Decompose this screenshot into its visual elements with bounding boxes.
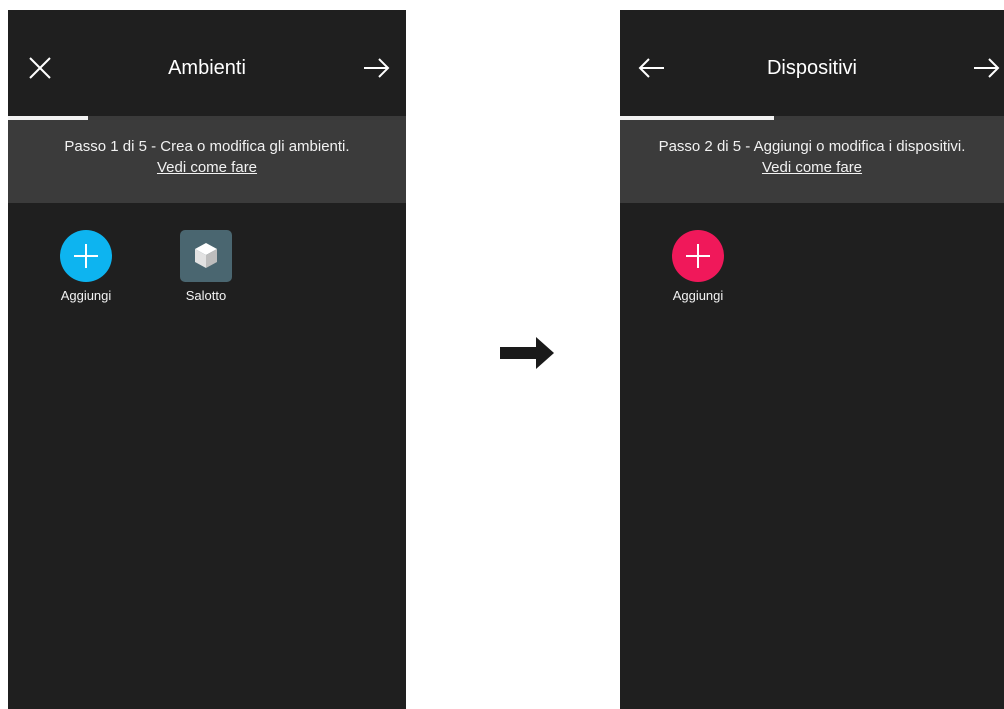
app-bar: Dispositivi (620, 10, 1004, 116)
step-banner: Passo 2 di 5 - Aggiungi o modifica i dis… (620, 120, 1004, 203)
help-link[interactable]: Vedi come fare (620, 157, 1004, 178)
add-circle-icon (672, 230, 724, 282)
tile-label: Aggiungi (672, 288, 724, 303)
right-arrow-icon (500, 336, 554, 375)
app-bar: Ambienti (8, 10, 406, 116)
screen-ambienti: Ambienti Passo 1 di 5 - Crea o modifica … (8, 10, 406, 709)
add-room-button[interactable]: Aggiungi (46, 230, 126, 304)
page-title: Ambienti (168, 57, 246, 79)
arrow-right-icon[interactable] (970, 52, 1002, 84)
screen-dispositivi: Dispositivi Passo 2 di 5 - Aggiungi o mo… (620, 10, 1004, 709)
add-circle-icon (60, 230, 112, 282)
add-device-button[interactable]: Aggiungi (658, 230, 738, 304)
step-banner: Passo 1 di 5 - Crea o modifica gli ambie… (8, 120, 406, 203)
tile-label: Aggiungi (60, 288, 112, 303)
arrow-right-icon[interactable] (360, 52, 392, 84)
room-cube-icon (180, 230, 232, 282)
step-text: Passo 2 di 5 - Aggiungi o modifica i dis… (658, 138, 966, 155)
help-link[interactable]: Vedi come fare (8, 157, 406, 178)
step-text: Passo 1 di 5 - Crea o modifica gli ambie… (64, 138, 350, 155)
room-tile-salotto[interactable]: Salotto (166, 230, 246, 304)
tile-label: Salotto (185, 288, 227, 303)
page-title: Dispositivi (766, 57, 858, 79)
